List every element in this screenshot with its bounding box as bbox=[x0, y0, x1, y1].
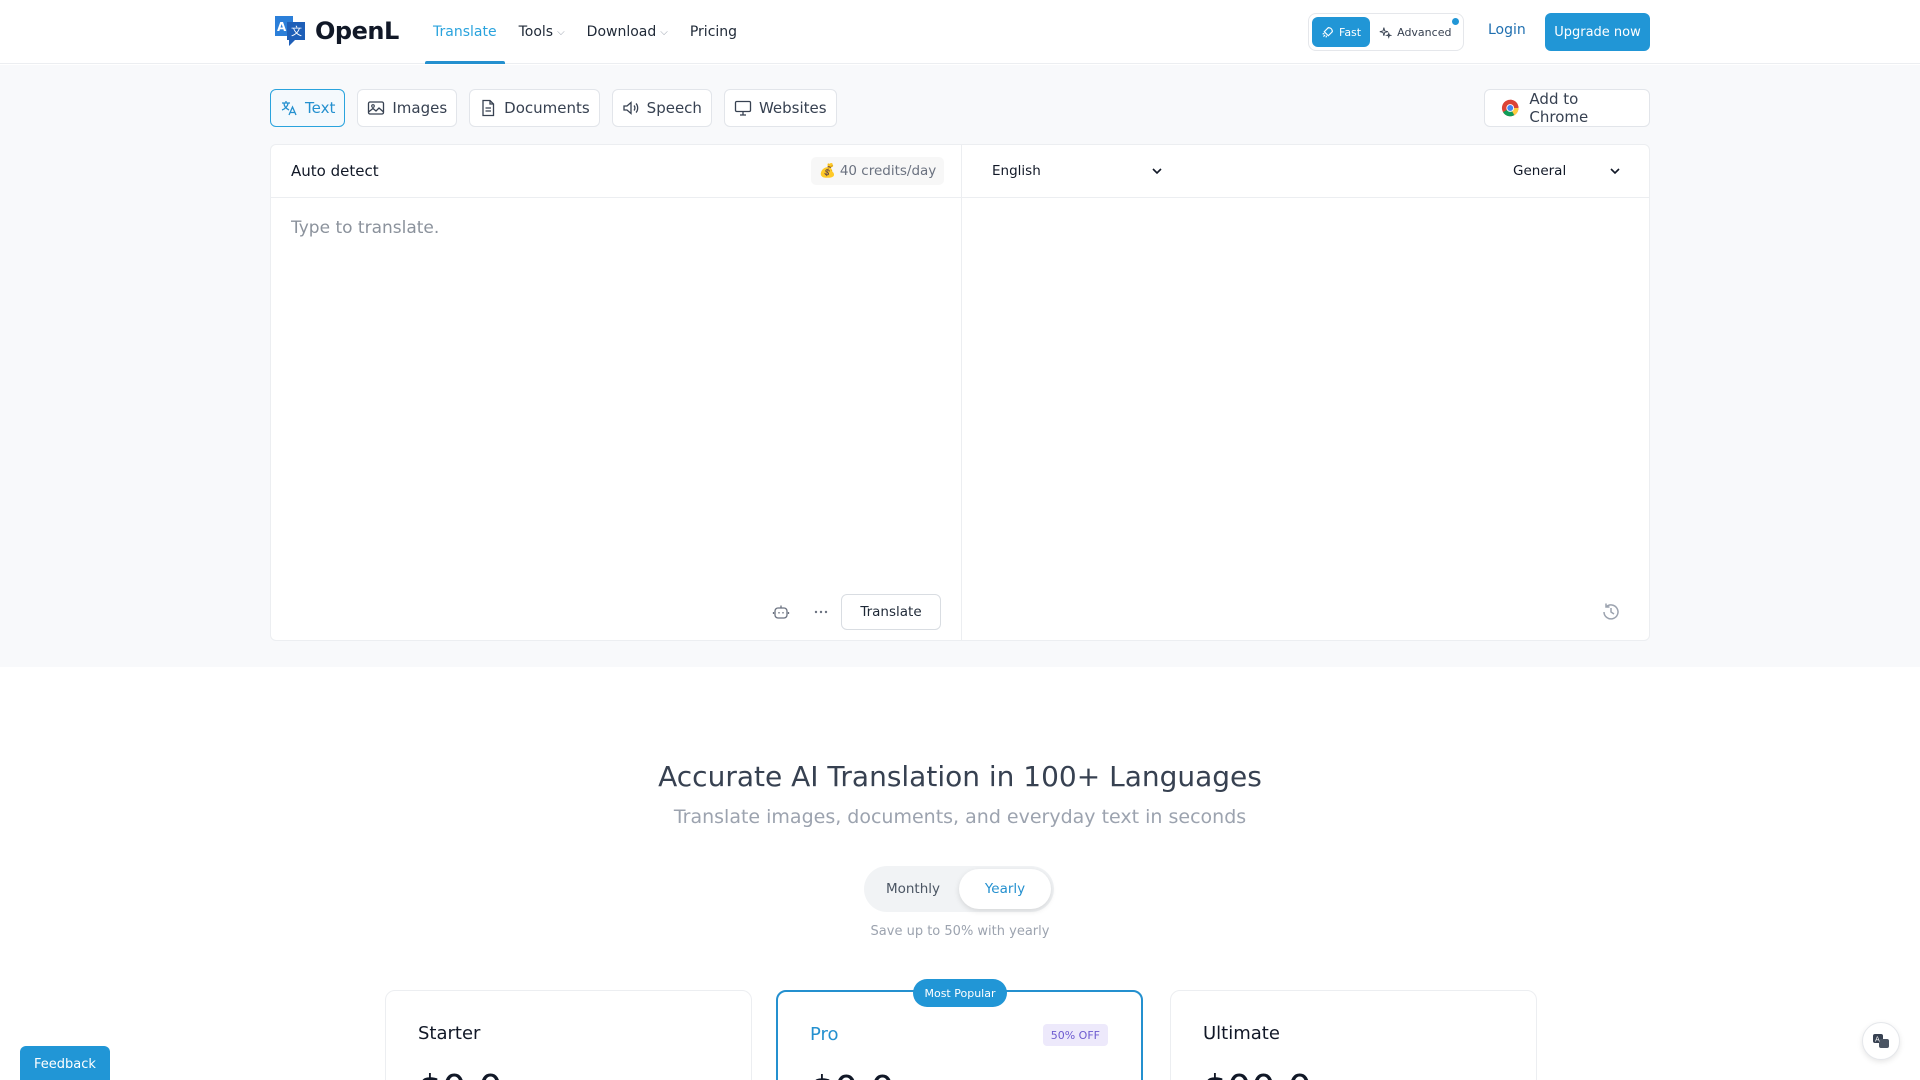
tab-speech-label: Speech bbox=[646, 99, 702, 117]
main-nav: Translate Tools ⌵ Download ⌵ Pricing bbox=[425, 0, 751, 64]
tab-text-label: Text bbox=[305, 99, 336, 117]
add-to-chrome-button[interactable]: Add to Chrome bbox=[1484, 89, 1650, 127]
plan-price: $0.0 bbox=[810, 1068, 895, 1080]
panel-header bbox=[271, 145, 1649, 198]
translator-section: Text Images Documents Speech Websites Ad bbox=[0, 65, 1920, 667]
login-link[interactable]: Login bbox=[1488, 22, 1526, 38]
billing-yearly[interactable]: Yearly bbox=[959, 869, 1051, 909]
history-button[interactable] bbox=[1598, 599, 1624, 625]
plan-card-ultimate: Ultimate $00.0 bbox=[1170, 990, 1537, 1080]
plan-card-starter: Starter $0.0 bbox=[385, 990, 752, 1080]
translate-icon bbox=[281, 101, 297, 116]
mode-advanced-button[interactable]: Advanced bbox=[1370, 17, 1460, 47]
chevron-down-icon: ⌵ bbox=[557, 26, 565, 38]
chevron-down-icon bbox=[1152, 168, 1162, 175]
top-header: A 文 OpenL Translate Tools ⌵ Download ⌵ Pri… bbox=[0, 0, 1920, 64]
sparkles-icon bbox=[1379, 27, 1393, 39]
style-label: General bbox=[1513, 163, 1567, 179]
mode-toggle: Fast Advanced bbox=[1308, 13, 1464, 51]
tab-speech[interactable]: Speech bbox=[611, 89, 712, 127]
discount-badge: 50% OFF bbox=[1042, 1024, 1108, 1046]
hero-subtitle: Translate images, documents, and everyda… bbox=[673, 806, 1247, 828]
mode-fast-label: Fast bbox=[1339, 25, 1362, 39]
plan-name: Starter bbox=[418, 1023, 481, 1044]
nav-translate[interactable]: Translate bbox=[425, 0, 505, 64]
target-language-label: English bbox=[992, 163, 1041, 179]
style-selector[interactable]: General bbox=[1513, 155, 1625, 187]
target-language-selector[interactable]: English bbox=[992, 155, 1167, 187]
svg-text:文: 文 bbox=[291, 24, 302, 38]
add-to-chrome-label: Add to Chrome bbox=[1529, 90, 1589, 126]
robot-icon bbox=[772, 605, 790, 619]
history-icon bbox=[1603, 603, 1619, 620]
billing-monthly[interactable]: Monthly bbox=[867, 869, 959, 909]
nav-download[interactable]: Download ⌵ bbox=[579, 0, 676, 64]
billing-toggle: Monthly Yearly bbox=[864, 866, 1054, 912]
mode-tabs: Text Images Documents Speech Websites bbox=[270, 89, 837, 127]
plan-price: $00.0 bbox=[1203, 1067, 1312, 1080]
nav-translate-label: Translate bbox=[433, 24, 497, 40]
nav-pricing-label: Pricing bbox=[689, 24, 738, 40]
nav-tools-label: Tools bbox=[518, 24, 554, 40]
panel-divider bbox=[961, 145, 962, 640]
svg-text:A: A bbox=[277, 20, 287, 34]
hero-title: Accurate AI Translation in 100+ Language… bbox=[658, 760, 1262, 793]
mode-fast-button[interactable]: Fast bbox=[1312, 17, 1371, 47]
plan-price: $0.0 bbox=[418, 1067, 503, 1080]
feedback-button[interactable]: Feedback bbox=[20, 1046, 110, 1080]
more-horizontal-icon bbox=[814, 610, 828, 614]
most-popular-badge: Most Popular bbox=[913, 979, 1007, 1007]
save-note: Save up to 50% with yearly bbox=[870, 924, 1050, 939]
credits-badge: 💰 40 credits/day bbox=[811, 157, 945, 185]
document-icon bbox=[482, 99, 495, 117]
notification-dot bbox=[1451, 17, 1460, 26]
chevron-down-icon bbox=[1610, 168, 1620, 175]
tab-images[interactable]: Images bbox=[357, 89, 458, 127]
svg-text:A: A bbox=[1875, 1036, 1880, 1044]
plan-name: Pro bbox=[810, 1024, 839, 1045]
chrome-icon bbox=[1501, 99, 1519, 117]
tab-websites[interactable]: Websites bbox=[723, 89, 837, 127]
translate-button[interactable]: Translate bbox=[841, 594, 941, 630]
mode-advanced-label: Advanced bbox=[1397, 25, 1452, 39]
logo[interactable]: A 文 OpenL bbox=[273, 14, 399, 48]
brand-name: OpenL bbox=[315, 17, 399, 45]
source-text-input[interactable] bbox=[291, 218, 941, 518]
plan-name: Ultimate bbox=[1203, 1023, 1280, 1044]
money-bag-icon: 💰 bbox=[819, 163, 836, 179]
upgrade-button[interactable]: Upgrade now bbox=[1545, 13, 1650, 51]
credits-label: 40 credits/day bbox=[839, 163, 937, 179]
translation-panel: Auto detect 💰 40 credits/day English Gen… bbox=[270, 144, 1650, 641]
translate-assistant-icon: A bbox=[1873, 1034, 1889, 1048]
ai-assistant-button[interactable] bbox=[768, 599, 794, 625]
chevron-down-icon: ⌵ bbox=[660, 26, 668, 38]
more-options-button[interactable] bbox=[808, 599, 834, 625]
monitor-icon bbox=[734, 100, 752, 116]
nav-pricing[interactable]: Pricing bbox=[682, 0, 745, 64]
tab-documents[interactable]: Documents bbox=[469, 89, 600, 127]
logo-icon: A 文 bbox=[273, 14, 307, 48]
tab-images-label: Images bbox=[392, 99, 448, 117]
image-icon bbox=[368, 101, 385, 115]
tab-websites-label: Websites bbox=[758, 99, 827, 117]
speaker-icon bbox=[623, 101, 638, 115]
rocket-icon bbox=[1322, 26, 1333, 38]
nav-download-label: Download bbox=[586, 24, 657, 40]
tab-documents-label: Documents bbox=[504, 99, 590, 117]
source-language-selector[interactable]: Auto detect bbox=[291, 162, 379, 180]
tab-text[interactable]: Text bbox=[270, 89, 346, 127]
translate-assistant-button[interactable]: A bbox=[1862, 1022, 1900, 1060]
nav-tools[interactable]: Tools ⌵ bbox=[511, 0, 573, 64]
